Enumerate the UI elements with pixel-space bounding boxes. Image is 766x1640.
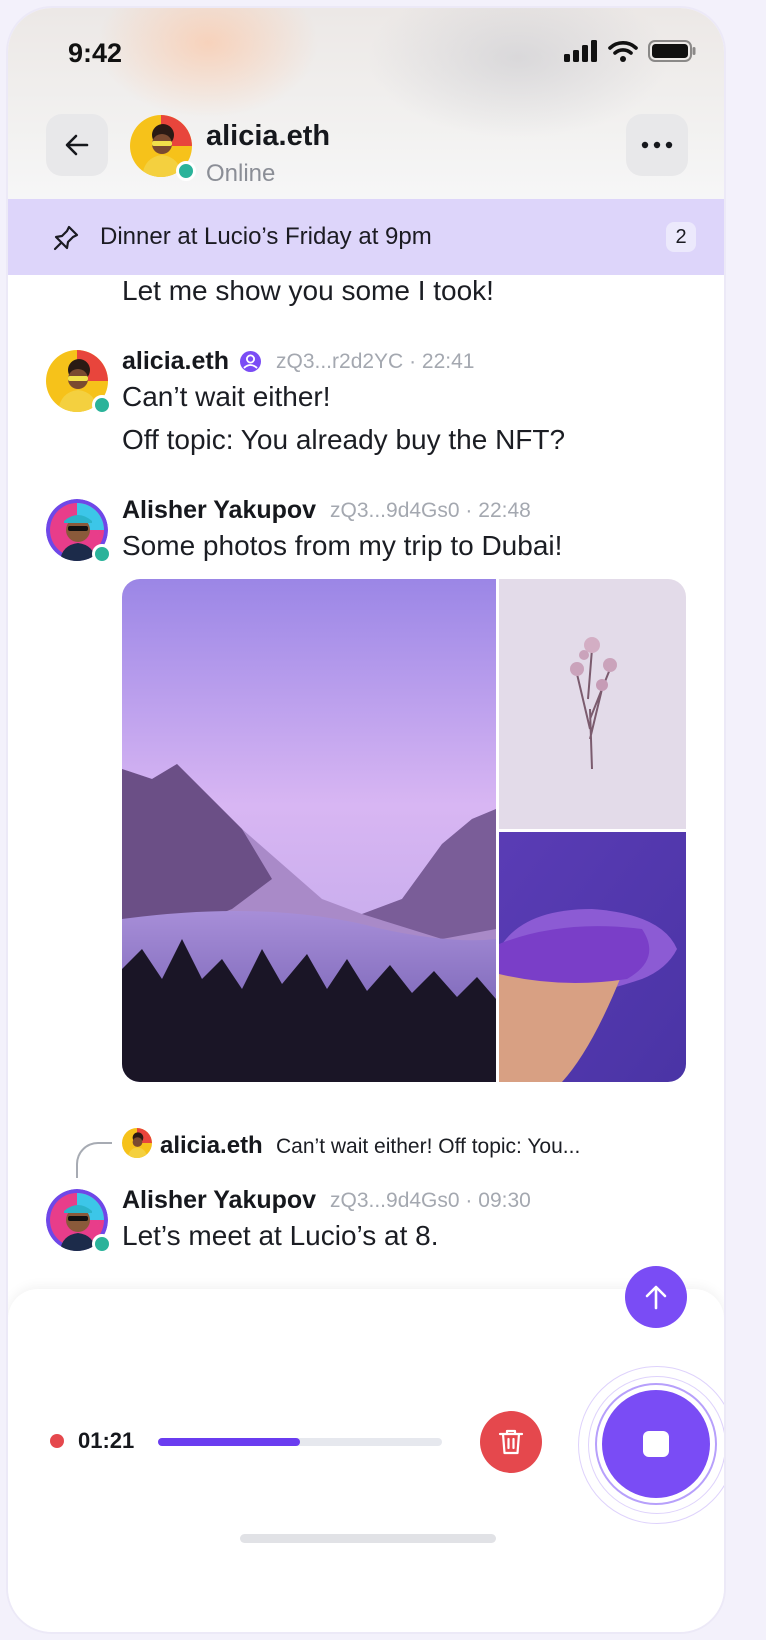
message-text: Let me show you some I took! [122, 275, 494, 306]
message-text: Let’s meet at Lucio’s at 8. [122, 1220, 439, 1251]
message-address: zQ3...r2d2YC [276, 350, 404, 373]
pinned-message-text: Dinner at Lucio’s Friday at 9pm [100, 223, 432, 250]
arrow-up-icon [645, 1285, 667, 1310]
message-time: 22:41 [421, 350, 475, 373]
online-indicator [92, 544, 112, 564]
avatar-image [122, 1128, 152, 1158]
message-text: Off topic: You already buy the NFT? [122, 424, 566, 455]
online-indicator [92, 395, 112, 415]
contact-icon [240, 351, 261, 372]
meta-separator: · [465, 499, 473, 522]
meta-separator: · [409, 350, 417, 373]
pinned-message-bar[interactable]: Dinner at Lucio’s Friday at 9pm 2 [8, 199, 724, 275]
message-author[interactable]: Alisher Yakupov [122, 496, 316, 525]
photo-gallery [122, 579, 686, 1082]
reply-author[interactable]: alicia.eth [160, 1132, 263, 1160]
more-horizontal-icon [641, 141, 673, 149]
online-indicator [92, 1234, 112, 1254]
message-address: zQ3...9d4Gs0 [330, 1189, 460, 1212]
pinned-count-badge: 2 [666, 222, 696, 252]
pin-icon [53, 225, 79, 251]
meta-separator: · [465, 1189, 473, 1212]
message-meta: zQ3...r2d2YC · 22:41 [276, 350, 474, 374]
photo-mountains[interactable] [122, 579, 496, 1082]
message-text: Can’t wait either! [122, 381, 331, 412]
arrow-left-icon [65, 134, 89, 156]
status-icons [564, 40, 696, 62]
message-time: 22:48 [478, 499, 531, 522]
message-address: zQ3...9d4Gs0 [330, 499, 460, 522]
wifi-icon [608, 41, 638, 62]
photo-flower[interactable] [499, 579, 686, 829]
stop-recording-button[interactable] [602, 1390, 710, 1498]
back-button[interactable] [46, 114, 108, 176]
contact-status: Online [206, 160, 276, 187]
status-time: 9:42 [68, 38, 123, 68]
recording-progress [158, 1438, 442, 1446]
reply-connector [76, 1142, 112, 1178]
phone-screen: 9:42 alicia.eth Online Dinner at Lucio’s… [8, 8, 724, 1632]
message-time: 09:30 [478, 1189, 531, 1212]
message-meta: zQ3...9d4Gs0 · 22:48 [330, 499, 531, 523]
photo-portrait[interactable] [499, 832, 686, 1082]
cellular-signal-icon [564, 40, 597, 62]
message-text: Some photos from my trip to Dubai! [122, 530, 563, 561]
trash-icon [498, 1429, 524, 1455]
message-meta: zQ3...9d4Gs0 · 09:30 [330, 1189, 531, 1213]
contact-name: alicia.eth [206, 120, 331, 152]
home-indicator [240, 1534, 496, 1543]
message-author[interactable]: Alisher Yakupov [122, 1186, 316, 1215]
reply-avatar [122, 1128, 152, 1158]
message-author[interactable]: alicia.eth [122, 347, 229, 376]
delete-recording-button[interactable] [480, 1411, 542, 1473]
scroll-to-bottom-button[interactable] [625, 1266, 687, 1328]
reply-preview[interactable]: Can’t wait either! Off topic: You... [276, 1135, 580, 1159]
recording-time: 01:21 [78, 1428, 135, 1453]
stop-icon [643, 1431, 669, 1457]
online-indicator [176, 161, 196, 181]
more-button[interactable] [626, 114, 688, 176]
recording-progress-fill [158, 1438, 300, 1446]
battery-icon [648, 40, 696, 62]
recording-indicator [50, 1434, 64, 1448]
